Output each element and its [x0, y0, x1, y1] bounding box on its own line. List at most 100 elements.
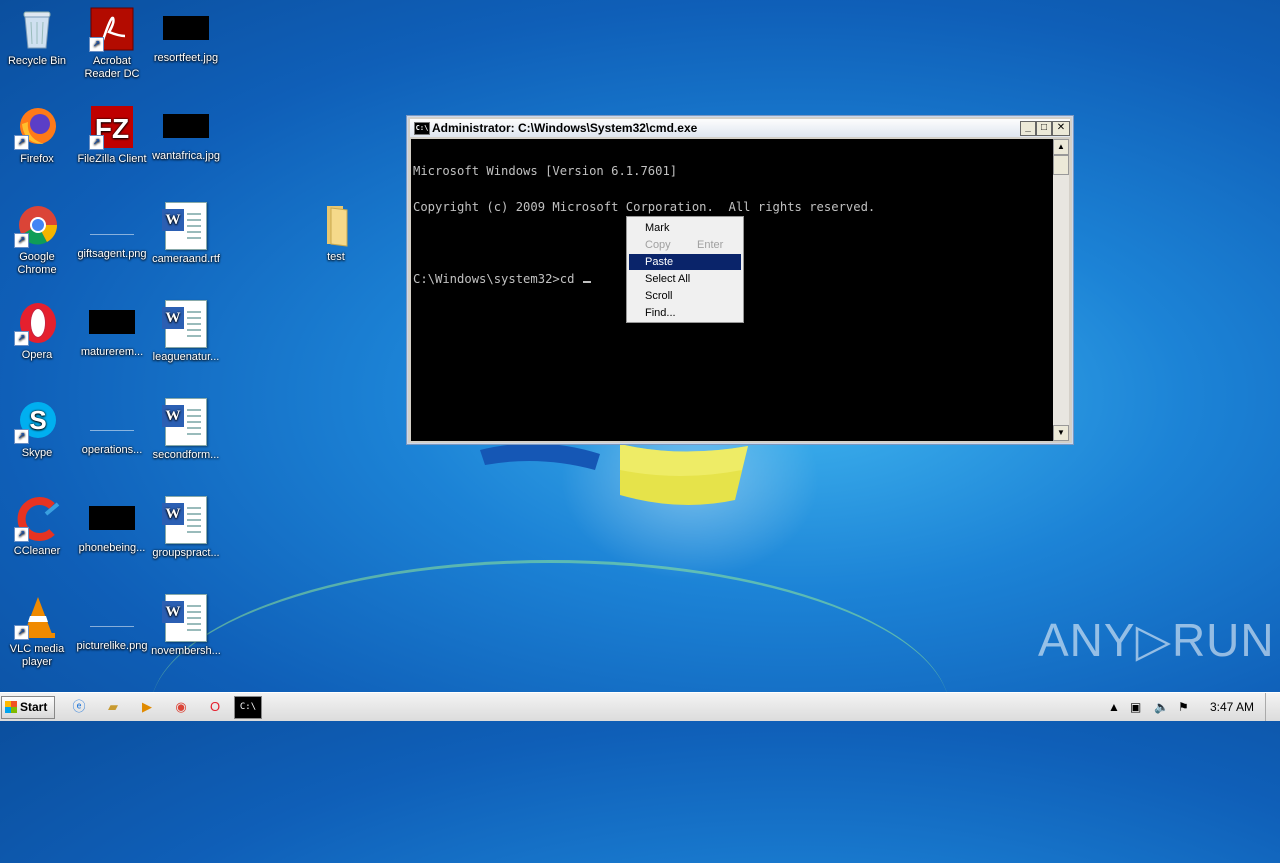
word-document-icon: W	[162, 594, 207, 642]
desktop-icon-label: groupspract...	[152, 547, 220, 559]
media-player-icon[interactable]: ▶	[136, 697, 158, 717]
shortcut-arrow-icon: ↗	[14, 135, 29, 150]
action-center-flag-icon[interactable]: ⚑	[1178, 697, 1189, 717]
word-document-icon: W	[162, 496, 207, 544]
ccleaner-icon[interactable]: ↗ CCleaner	[0, 496, 74, 558]
cmd-titlebar[interactable]: C:\ Administrator: C:\Windows\System32\c…	[410, 119, 1070, 137]
console-prompt-line: C:\Windows\system32>cd	[413, 272, 582, 286]
google-chrome-icon[interactable]: ↗ Google Chrome	[0, 202, 74, 277]
word-document-icon: W	[162, 202, 207, 250]
show-desktop-button[interactable]	[1265, 693, 1280, 721]
vertical-scrollbar[interactable]: ▲ ▼	[1053, 139, 1069, 441]
taskbar: Start ⓔ ▰ ▶ ◉ O C:\ ▲ ▣ 🔈 ⚑ 3:47 AM	[0, 692, 1280, 721]
secondform-icon[interactable]: W secondform...	[149, 398, 223, 462]
desktop-icon-label: CCleaner	[13, 545, 61, 557]
text-cursor	[582, 281, 591, 283]
close-button[interactable]: ✕	[1052, 121, 1070, 136]
shortcut-arrow-icon: ↗	[89, 135, 104, 150]
desktop-icon-label: VLC media player	[9, 643, 65, 668]
start-button[interactable]: Start	[1, 696, 55, 719]
windows-flag-icon	[5, 701, 17, 713]
menu-item-scroll[interactable]: Scroll	[629, 288, 741, 304]
clock[interactable]: 3:47 AM	[1210, 697, 1254, 717]
test-folder-icon[interactable]: test	[299, 202, 373, 264]
file-explorer-icon[interactable]: ▰	[102, 697, 124, 717]
shortcut-arrow-icon: ↗	[14, 233, 29, 248]
firefox-icon[interactable]: ↗ Firefox	[0, 104, 74, 166]
desktop-icon-label: Firefox	[20, 153, 54, 165]
desktop-icon-label: FileZilla Client	[77, 153, 147, 165]
groupspract-icon[interactable]: W groupspract...	[149, 496, 223, 560]
desktop-icon-label: resortfeet.jpg	[153, 52, 219, 64]
opera-icon[interactable]: ↗ Opera	[0, 300, 74, 362]
maximize-button[interactable]: □	[1036, 121, 1052, 136]
desktop-icon-label: Opera	[21, 349, 53, 361]
desktop-icon-label: cameraand.rtf	[152, 253, 220, 265]
image-thumbnail-icon	[89, 506, 135, 530]
desktop-icon-label: phonebeing...	[78, 542, 146, 554]
shortcut-arrow-icon: ↗	[14, 429, 29, 444]
desktop-icon-label: Recycle Bin	[7, 55, 67, 67]
desktop-icon-label: leaguenatur...	[152, 351, 220, 363]
folder-glyph-icon	[327, 206, 348, 247]
svg-text:S: S	[29, 405, 46, 435]
opera-taskbar-icon[interactable]: O	[204, 697, 226, 717]
minimize-button[interactable]: _	[1020, 121, 1036, 136]
desktop-icon-label: picturelike.png	[76, 640, 148, 652]
desktop-icon-label: operations...	[81, 444, 143, 456]
desktop-icon-label: novembersh...	[151, 645, 221, 657]
menu-item-copy[interactable]: Copy Enter	[629, 237, 741, 253]
picturelike-png-icon[interactable]: picturelike.png	[75, 594, 149, 653]
desktop-icon-label: Google Chrome	[17, 251, 57, 276]
tray-expand-icon[interactable]: ▲	[1108, 697, 1120, 717]
wantafrica-jpg-icon[interactable]: wantafrica.jpg	[149, 104, 223, 163]
volume-icon[interactable]: 🔈	[1154, 697, 1169, 717]
image-thumbnail-icon	[89, 310, 135, 334]
scroll-up-arrow-icon[interactable]: ▲	[1053, 139, 1069, 155]
giftsagent-png-icon[interactable]: giftsagent.png	[75, 202, 149, 261]
image-thumbnail-icon	[163, 16, 209, 40]
desktop-icon-label: secondform...	[152, 449, 220, 461]
novembersh-icon[interactable]: W novembersh...	[149, 594, 223, 658]
resortfeet-jpg-icon[interactable]: resortfeet.jpg	[149, 6, 223, 65]
menu-item-paste[interactable]: Paste	[629, 254, 741, 270]
scroll-thumb[interactable]	[1053, 155, 1069, 175]
menu-item-select-all[interactable]: Select All	[629, 271, 741, 287]
acrobat-reader-dc-icon[interactable]: ↗ Acrobat Reader DC	[75, 6, 149, 81]
desktop-icon-label: wantafrica.jpg	[152, 150, 220, 162]
phonebeing-icon[interactable]: phonebeing...	[75, 496, 149, 555]
word-document-icon: W	[162, 398, 207, 446]
menu-item-mark[interactable]: Mark	[629, 220, 741, 236]
wallpaper-windows-logo	[480, 443, 748, 505]
desktop-icon-label: test	[327, 251, 345, 263]
shortcut-arrow-icon: ↗	[14, 625, 29, 640]
desktop-icon-label: Acrobat Reader DC	[84, 55, 140, 80]
shortcut-arrow-icon: ↗	[14, 527, 29, 542]
cmd-window-title: Administrator: C:\Windows\System32\cmd.e…	[432, 121, 698, 135]
leaguenatur-icon[interactable]: W leaguenatur...	[149, 300, 223, 364]
image-thumbnail-icon	[163, 114, 209, 138]
context-menu: Mark Copy Enter Paste Select All Scroll …	[626, 216, 744, 323]
image-thumbnail-icon	[90, 604, 134, 627]
vlc-media-player-icon[interactable]: ↗ VLC media player	[0, 594, 74, 669]
chrome-taskbar-icon[interactable]: ◉	[170, 697, 192, 717]
network-icon[interactable]: ▣	[1130, 697, 1141, 717]
console-line: Copyright (c) 2009 Microsoft Corporation…	[413, 200, 876, 214]
word-document-icon: W	[162, 300, 207, 348]
filezilla-client-icon[interactable]: FZ ↗ FileZilla Client	[75, 104, 149, 166]
recycle-bin-icon[interactable]: Recycle Bin	[0, 6, 74, 68]
shortcut-arrow-icon: ↗	[89, 37, 104, 52]
console-line: Microsoft Windows [Version 6.1.7601]	[413, 164, 678, 178]
maturerem-icon[interactable]: maturerem...	[75, 300, 149, 359]
cameraand-rtf-icon[interactable]: W cameraand.rtf	[149, 202, 223, 266]
skype-icon[interactable]: S ↗ Skype	[0, 398, 74, 460]
cmd-app-icon: C:\	[414, 122, 430, 135]
operations-icon[interactable]: operations...	[75, 398, 149, 457]
desktop-icon-label: Skype	[21, 447, 53, 459]
internet-explorer-icon[interactable]: ⓔ	[68, 697, 90, 717]
cmd-taskbar-icon[interactable]: C:\	[234, 696, 262, 719]
anyrun-watermark: ANY▷RUN	[1038, 614, 1275, 666]
menu-item-find[interactable]: Find...	[629, 305, 741, 321]
scroll-down-arrow-icon[interactable]: ▼	[1053, 425, 1069, 441]
image-thumbnail-icon	[90, 408, 134, 431]
